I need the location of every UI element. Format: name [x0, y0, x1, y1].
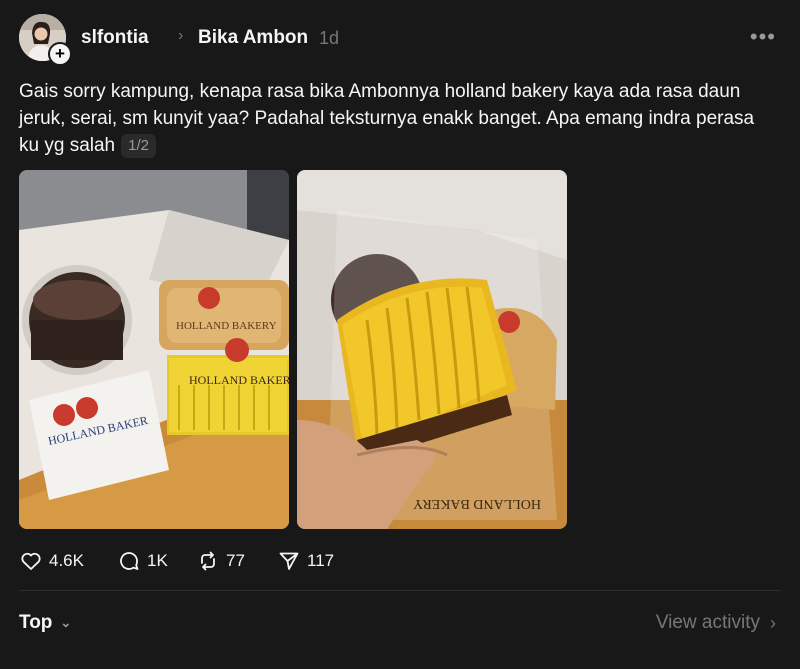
post-header: + slfontia › Bika Ambon 1d ••• [19, 14, 781, 66]
post-text: Gais sorry kampung, kenapa rasa bika Amb… [19, 78, 779, 159]
follow-plus-icon[interactable]: + [48, 42, 72, 66]
comment-icon [120, 552, 139, 570]
chevron-right-icon: › [770, 612, 776, 633]
repost-icon [201, 551, 215, 571]
pastry-label: HOLLAND BAKERY [176, 320, 277, 332]
like-count: 4.6K [49, 551, 84, 570]
cake-label: HOLLAND BAKERY [189, 373, 289, 387]
repost-button[interactable]: 77 [196, 548, 245, 574]
post-image-1[interactable]: HOLLAND BAKERY HOLLAND BAKERY HOLLAND BA… [19, 170, 289, 529]
chevron-right-icon: › [178, 27, 184, 44]
community-name[interactable]: Bika Ambon [198, 27, 308, 49]
reply-button[interactable]: 1K [117, 548, 168, 574]
divider [19, 590, 781, 591]
more-options-icon[interactable]: ••• [750, 24, 776, 50]
view-activity-link[interactable]: View activity › [656, 612, 776, 634]
packaging-label: HOLLAND BAKERY [413, 496, 541, 511]
repost-count: 77 [226, 551, 245, 570]
like-button[interactable]: 4.6K [19, 548, 84, 574]
share-count: 117 [307, 551, 335, 570]
sort-dropdown[interactable]: Top ⌄ [19, 612, 71, 634]
author-name[interactable]: slfontia [81, 27, 149, 49]
view-activity-label: View activity [655, 612, 760, 633]
timestamp: 1d [319, 28, 340, 48]
post-image-2[interactable]: HOLLAND BAKERY [297, 170, 567, 529]
heart-icon [21, 552, 41, 570]
share-button[interactable]: 117 [277, 548, 334, 574]
send-icon [279, 552, 299, 570]
reply-count: 1K [147, 551, 168, 570]
image-counter-badge: 1/2 [121, 134, 156, 158]
sort-label: Top [19, 612, 53, 633]
chevron-down-icon: ⌄ [60, 615, 72, 630]
